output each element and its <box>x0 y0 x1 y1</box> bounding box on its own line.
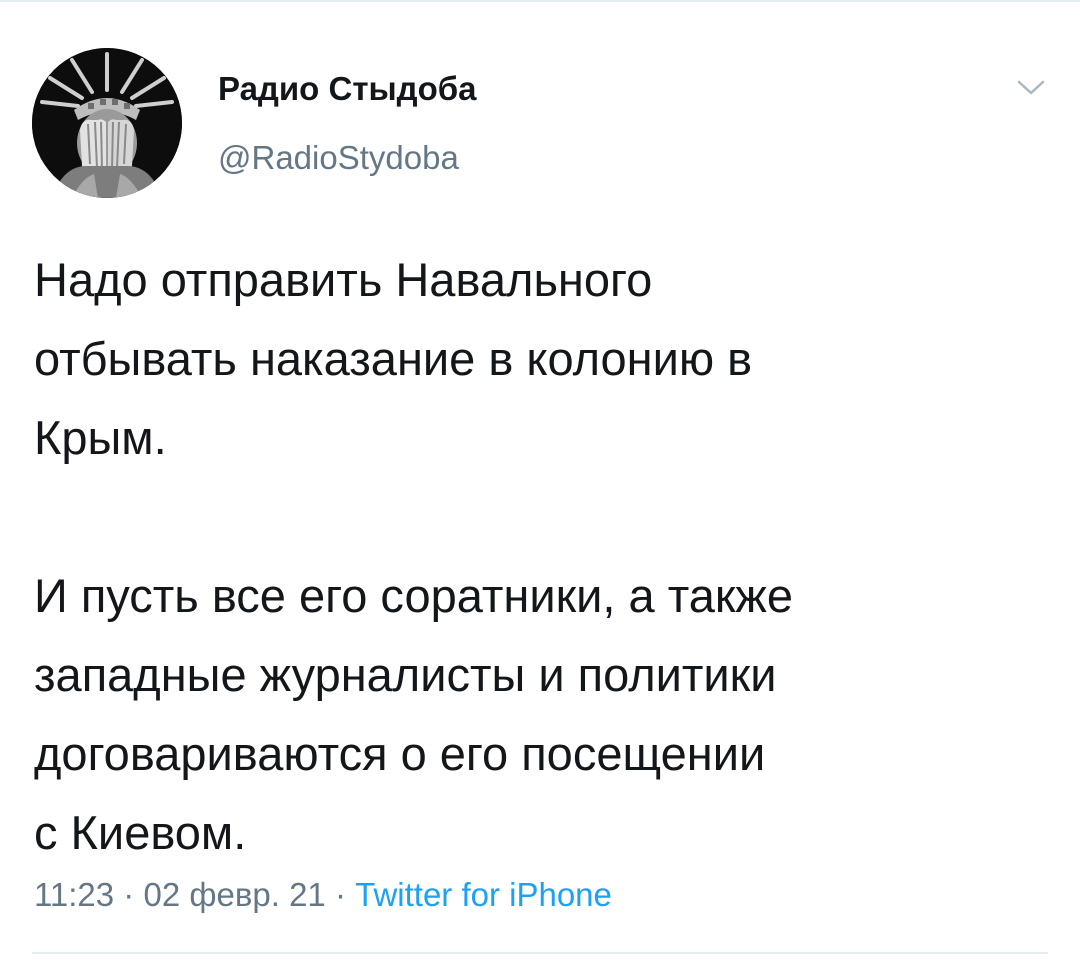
tweet-line: отбывать наказание в колонию в <box>34 332 753 385</box>
tweet-line: Надо отправить Навального <box>34 253 653 306</box>
bottom-divider <box>32 952 1048 954</box>
tweet-line: западные журналисты и политики <box>34 648 777 701</box>
tweet-source-link[interactable]: Twitter for iPhone <box>355 876 612 913</box>
avatar[interactable] <box>32 48 182 198</box>
tweet-line: Крым. <box>34 411 167 464</box>
tweet-date[interactable]: 02 февр. 21 <box>143 876 325 913</box>
display-name[interactable]: Радио Стыдоба <box>218 70 477 108</box>
tweet-meta: 11:23 · 02 февр. 21 · Twitter for iPhone <box>34 876 612 914</box>
statue-of-liberty-facepalm-icon <box>32 48 182 198</box>
tweet: Радио Стыдоба @RadioStydoba Надо отправи… <box>0 0 1080 966</box>
meta-separator: · <box>325 876 356 913</box>
user-handle[interactable]: @RadioStydoba <box>218 139 459 177</box>
tweet-line: с Киевом. <box>34 806 247 859</box>
tweet-time[interactable]: 11:23 <box>34 876 114 913</box>
tweet-line: И пусть все его соратники, а также <box>34 569 793 622</box>
meta-separator: · <box>114 876 144 913</box>
chevron-down-icon[interactable] <box>1014 76 1048 100</box>
tweet-line: договариваются о его посещении <box>34 727 766 780</box>
tweet-text: Надо отправить Навального отбывать наказ… <box>34 240 1054 872</box>
